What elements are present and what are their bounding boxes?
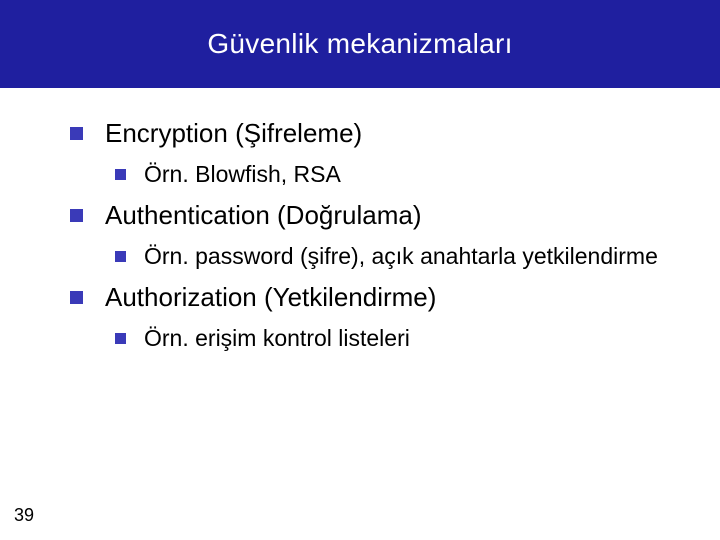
page-number: 39 [14, 505, 34, 526]
title-bar: Güvenlik mekanizmaları [0, 0, 720, 88]
square-bullet-icon [70, 291, 83, 304]
list-subitem: Örn. password (şifre), açık anahtarla ye… [115, 243, 675, 270]
square-bullet-icon [70, 127, 83, 140]
square-bullet-icon [115, 251, 126, 262]
list-subitem: Örn. Blowfish, RSA [115, 161, 675, 188]
list-item-label: Authentication (Doğrulama) [105, 200, 422, 231]
list-subitem-label: Örn. Blowfish, RSA [144, 161, 341, 188]
list-item-label: Authorization (Yetkilendirme) [105, 282, 436, 313]
list-item: Encryption (Şifreleme) Örn. Blowfish, RS… [70, 118, 675, 188]
slide-title: Güvenlik mekanizmaları [207, 28, 512, 60]
list-subitem-label: Örn. erişim kontrol listeleri [144, 325, 410, 352]
square-bullet-icon [70, 209, 83, 222]
slide-content: Encryption (Şifreleme) Örn. Blowfish, RS… [0, 88, 720, 352]
list-subitem: Örn. erişim kontrol listeleri [115, 325, 675, 352]
list-item: Authentication (Doğrulama) Örn. password… [70, 200, 675, 270]
list-item-label: Encryption (Şifreleme) [105, 118, 362, 149]
list-item: Authorization (Yetkilendirme) Örn. erişi… [70, 282, 675, 352]
square-bullet-icon [115, 333, 126, 344]
list-subitem-label: Örn. password (şifre), açık anahtarla ye… [144, 243, 658, 270]
square-bullet-icon [115, 169, 126, 180]
